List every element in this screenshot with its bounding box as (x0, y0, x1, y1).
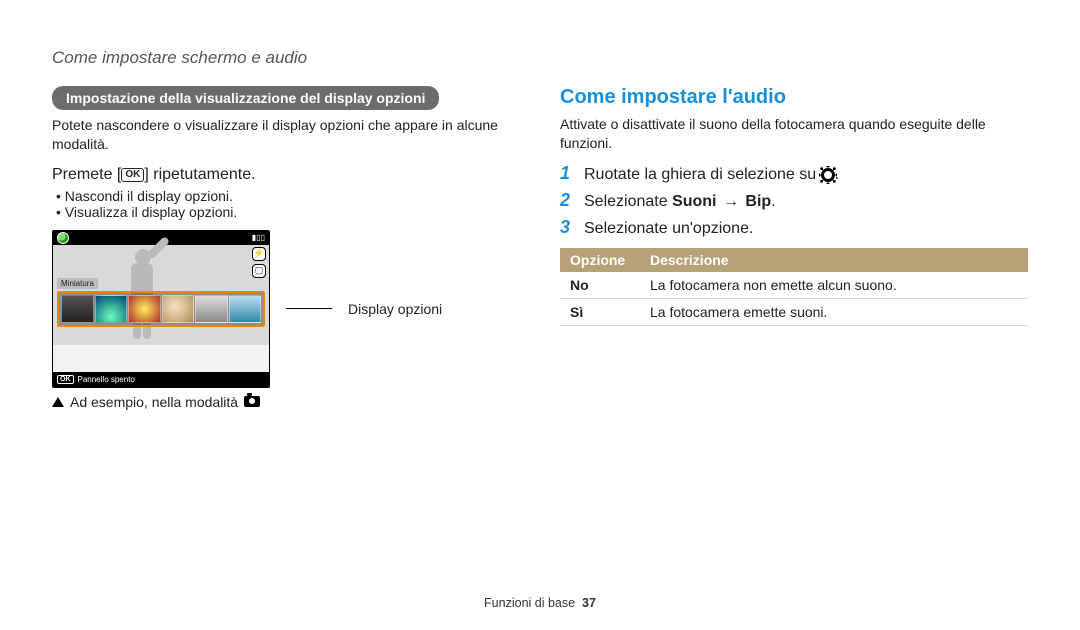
right-intro: Attivate o disattivate il suono della fo… (560, 115, 1028, 153)
lcd-bottom-bar: OK Pannello spento (53, 372, 269, 387)
caption-text: Ad esempio, nella modalità (70, 394, 238, 410)
footer-label: Funzioni di base (484, 596, 575, 610)
step-number: 2 (560, 190, 574, 211)
step2-bold-b: Bip (745, 193, 771, 210)
audio-heading: Come impostare l'audio (560, 86, 1028, 109)
thumbnail (162, 295, 195, 323)
thumbnail (229, 295, 262, 323)
camera-lcd-screenshot: ▮▯▯ ⚡ ▢ Miniatura (52, 230, 270, 388)
left-intro: Potete nascondere o visualizzare il disp… (52, 116, 520, 154)
frame-icon: ▢ (252, 264, 266, 278)
table-header-description: Descrizione (640, 248, 1028, 272)
cell-description: La fotocamera emette suoni. (640, 298, 1028, 325)
step3-text: Selezionate un'opzione. (584, 220, 753, 238)
callout-label: Display opzioni (348, 301, 442, 317)
callout-line (286, 308, 332, 309)
lcd-bottom-text: Pannello spento (78, 375, 135, 384)
step-3: 3 Selezionate un'opzione. (560, 217, 1028, 238)
gear-icon (821, 168, 835, 182)
step2-prefix: Selezionate (584, 193, 672, 210)
example-caption: Ad esempio, nella modalità (52, 394, 520, 410)
thumbnail (128, 295, 161, 323)
table-row: Sì La fotocamera emette suoni. (560, 298, 1028, 325)
section-pill: Impostazione della visualizzazione del d… (52, 86, 439, 110)
thumbnail (95, 295, 128, 323)
step2-suffix: . (771, 193, 775, 210)
battery-icon: ▮▯▯ (252, 233, 265, 242)
premete-prefix: Premete [ (52, 166, 121, 183)
left-column: Impostazione della visualizzazione del d… (52, 86, 520, 410)
ok-chip-icon: OK (57, 375, 74, 384)
bullet-item: Nascondi il display opzioni. (56, 188, 520, 204)
step-number: 1 (560, 163, 574, 184)
lcd-preview-area: ⚡ ▢ Miniatura (53, 245, 269, 345)
thumbnail (61, 295, 94, 323)
cell-description: La fotocamera non emette alcun suono. (640, 272, 1028, 299)
step-number: 3 (560, 217, 574, 238)
options-table: Opzione Descrizione No La fotocamera non… (560, 248, 1028, 326)
step-1: 1 Ruotate la ghiera di selezione su . (560, 163, 1028, 184)
miniatura-label: Miniatura (57, 278, 98, 289)
arrow-right-icon: → (723, 193, 739, 210)
step-2: 2 Selezionate Suoni → Bip. (560, 190, 1028, 211)
scene-mode-icon (57, 232, 69, 244)
triangle-up-icon (52, 397, 64, 407)
camera-icon (244, 396, 260, 407)
footer-page-number: 37 (582, 596, 596, 610)
cell-option: Sì (560, 298, 640, 325)
premete-instruction: Premete [OK] ripetutamente. (52, 166, 520, 184)
thumbnail-strip (57, 291, 265, 327)
page-title: Come impostare schermo e audio (52, 48, 1028, 68)
flash-icon: ⚡ (252, 247, 266, 261)
step2-bold-a: Suoni (672, 193, 716, 210)
table-row: No La fotocamera non emette alcun suono. (560, 272, 1028, 299)
cell-option: No (560, 272, 640, 299)
step1-prefix: Ruotate la ghiera di selezione su (584, 166, 821, 183)
page-footer: Funzioni di base 37 (0, 596, 1080, 610)
bullet-item: Visualizza il display opzioni. (56, 204, 520, 220)
ok-button-icon: OK (121, 168, 144, 182)
table-header-option: Opzione (560, 248, 640, 272)
thumbnail (195, 295, 228, 323)
premete-suffix: ] ripetutamente. (144, 166, 255, 183)
bullet-list: Nascondi il display opzioni. Visualizza … (56, 188, 520, 220)
right-column: Come impostare l'audio Attivate o disatt… (560, 86, 1028, 410)
